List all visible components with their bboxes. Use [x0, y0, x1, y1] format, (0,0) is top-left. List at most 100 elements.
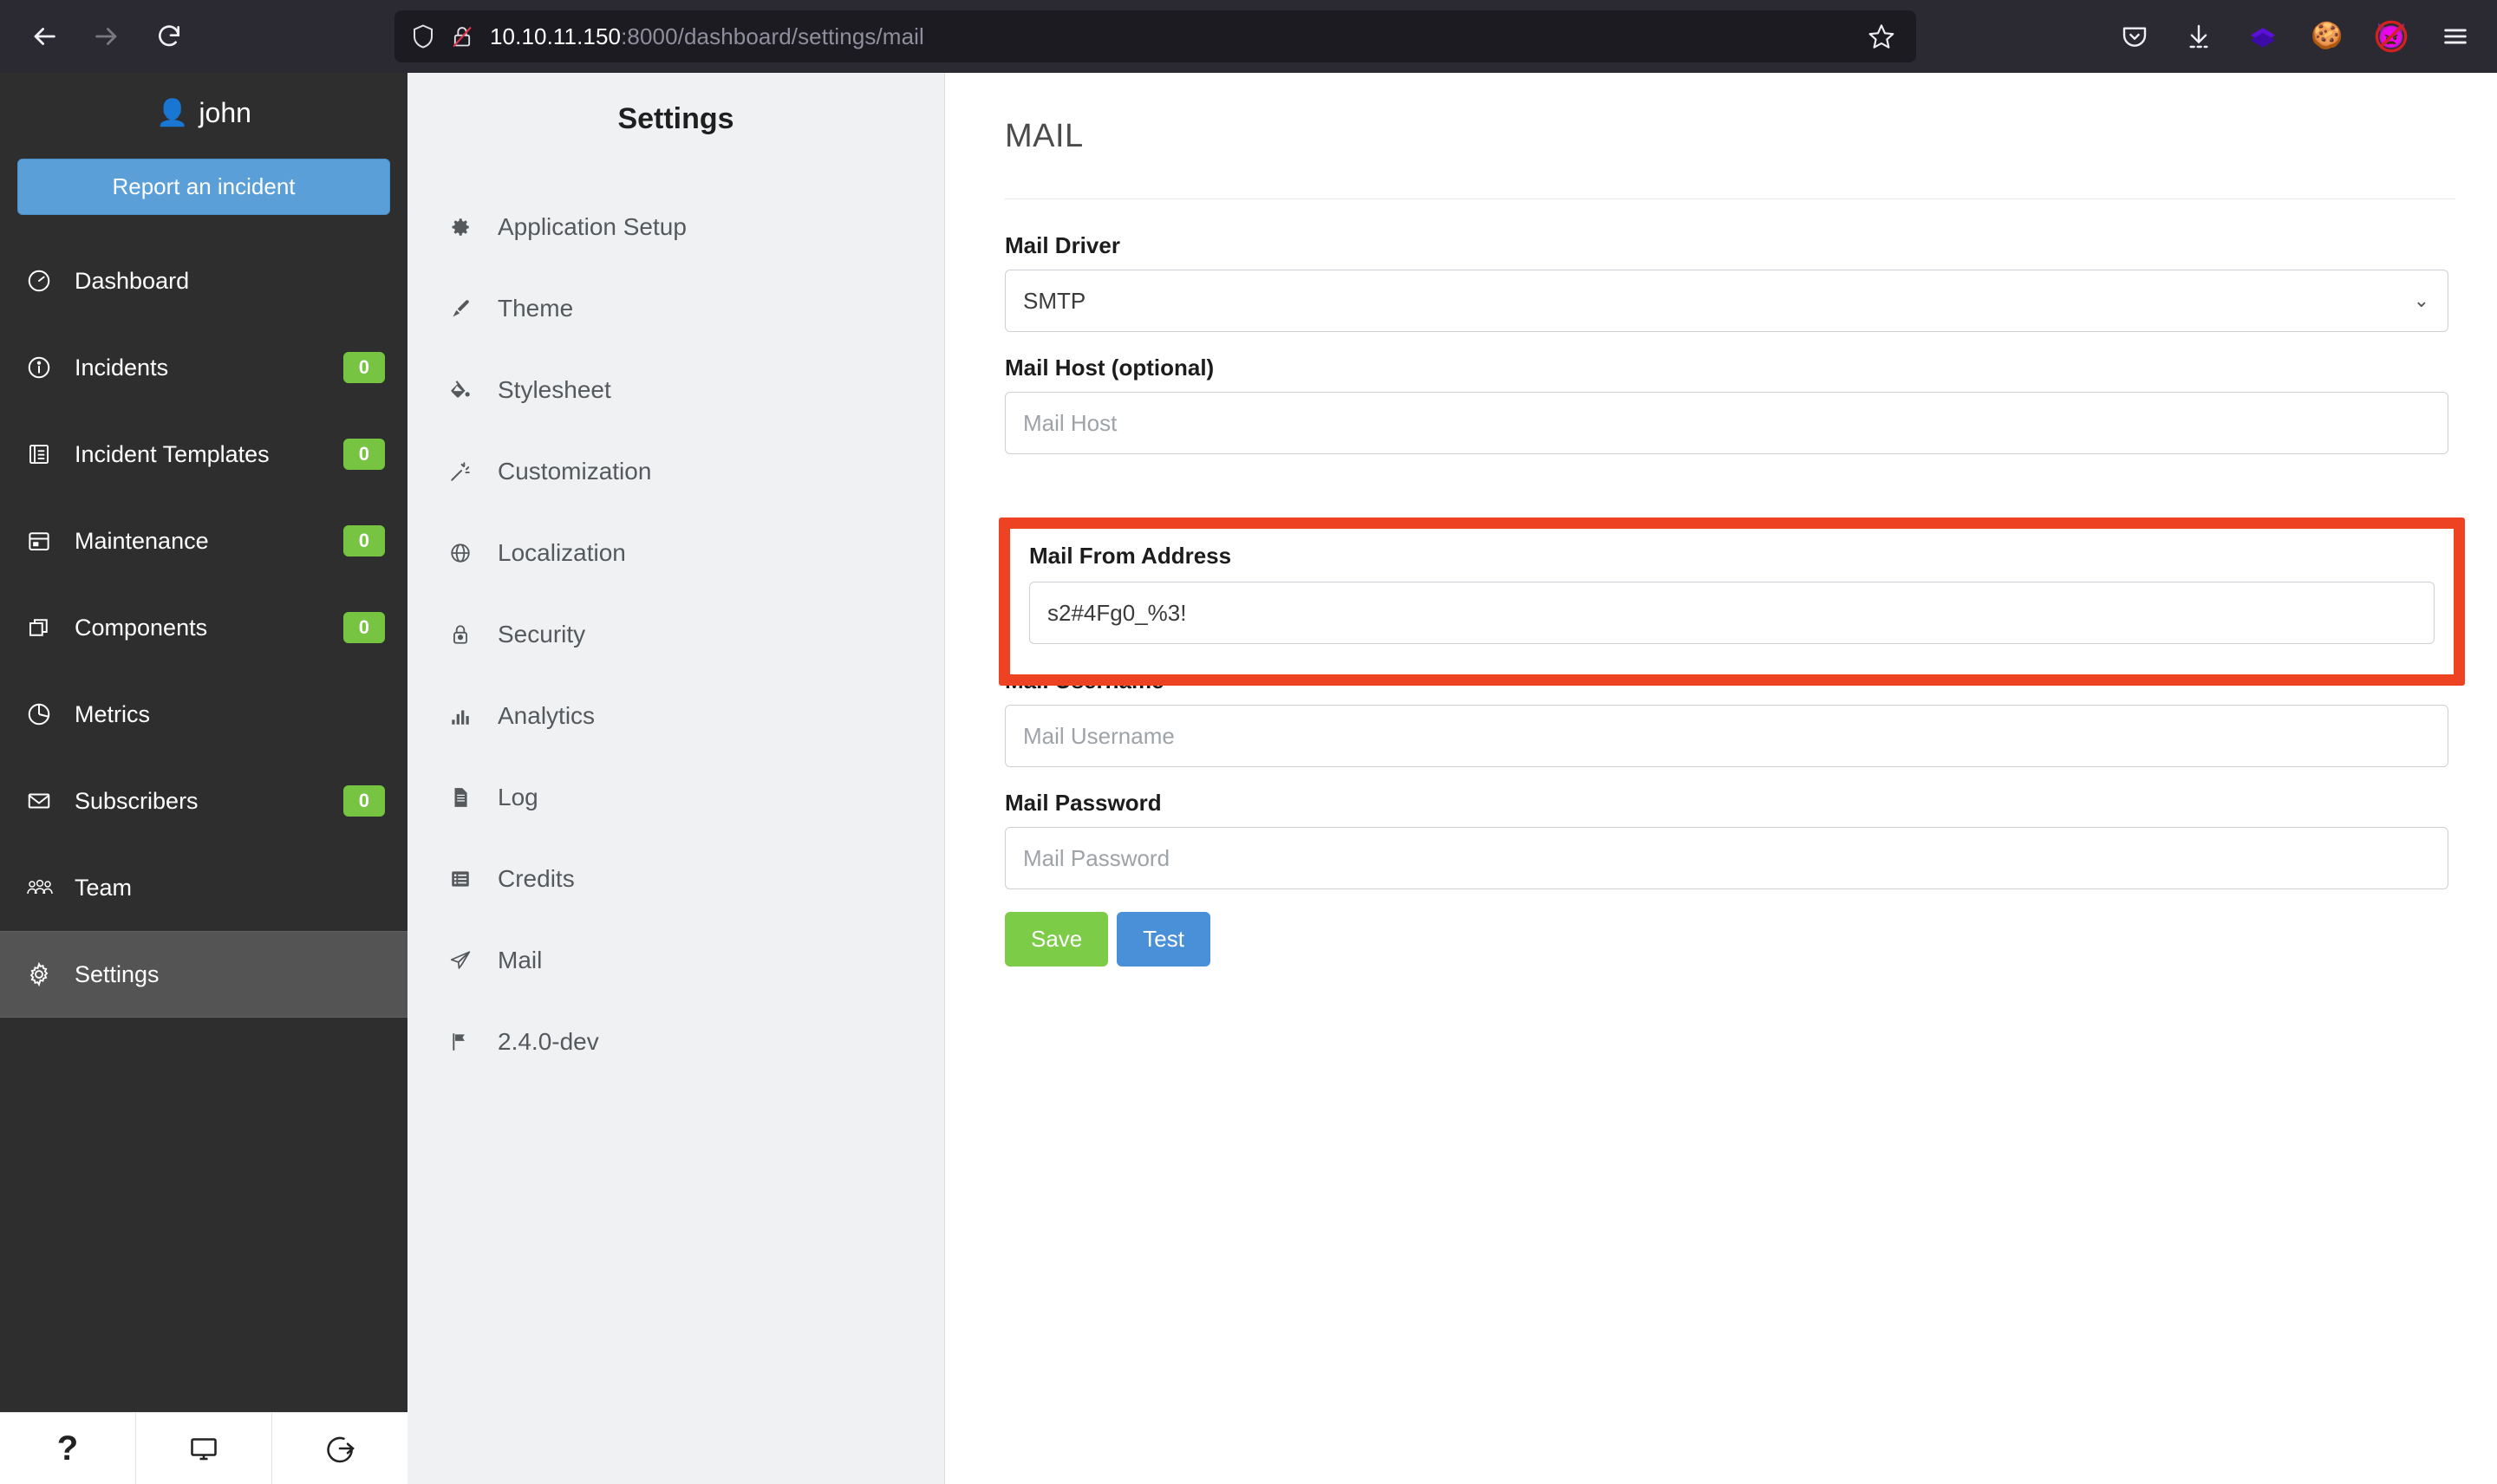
url-host: 10.10.11.150: [490, 23, 622, 49]
reload-button[interactable]: [144, 11, 194, 62]
dashboard-gauge-icon: [26, 268, 66, 294]
sidebar-item-components[interactable]: Components 0: [0, 584, 407, 671]
settings-item-stylesheet[interactable]: Stylesheet: [407, 349, 944, 431]
extension-diamond-icon[interactable]: [2244, 17, 2282, 55]
info-circle-icon: [26, 355, 66, 381]
report-incident-button[interactable]: Report an incident: [17, 159, 390, 215]
prohibition-overlay-icon: [2375, 20, 2408, 53]
sidebar-nav: Dashboard Incidents 0 Incident Templates…: [0, 238, 407, 1018]
person-icon: 👤: [156, 99, 189, 127]
arrow-left-icon: [34, 28, 55, 45]
settings-item-label: Credits: [498, 865, 575, 892]
forward-button[interactable]: [81, 11, 132, 62]
downloads-icon[interactable]: [2180, 17, 2218, 55]
settings-item-application-setup[interactable]: Application Setup: [407, 186, 944, 268]
status-badge: 0: [342, 439, 385, 470]
arrow-right-icon: [95, 28, 117, 45]
field-mail-host: Mail Host (optional): [1005, 355, 2448, 454]
paper-plane-icon: [449, 949, 484, 972]
bookmark-button[interactable]: [1862, 17, 1900, 55]
sidebar-item-team[interactable]: Team: [0, 844, 407, 931]
sidebar-item-label: Components: [75, 614, 208, 641]
document-icon: [449, 786, 484, 809]
list-icon: [449, 868, 484, 890]
magic-wand-icon: [449, 460, 484, 483]
settings-item-credits[interactable]: Credits: [407, 838, 944, 920]
sidebar-username: john: [199, 97, 251, 128]
mail-host-input[interactable]: [1005, 392, 2448, 454]
settings-item-label: Customization: [498, 458, 652, 485]
sidebar-user[interactable]: 👤 john: [0, 73, 407, 140]
settings-item-mail[interactable]: Mail: [407, 920, 944, 1001]
form-actions: Save Test: [1005, 912, 2448, 967]
sidebar-item-label: Team: [75, 874, 133, 901]
status-badge: 0: [342, 352, 385, 383]
settings-item-theme[interactable]: Theme: [407, 268, 944, 349]
back-button[interactable]: [19, 11, 69, 62]
logout-icon[interactable]: [272, 1413, 407, 1484]
layers-square-icon: [26, 615, 66, 641]
mail-password-input[interactable]: [1005, 827, 2448, 889]
monitor-screen-icon[interactable]: [136, 1413, 272, 1484]
settings-panel: Settings Application Setup Theme Stylesh…: [407, 73, 945, 1484]
sidebar-bottom-bar: ?: [0, 1412, 407, 1484]
settings-item-security[interactable]: Security: [407, 594, 944, 675]
settings-item-version[interactable]: 2.4.0-dev: [407, 1001, 944, 1083]
help-question-icon[interactable]: ?: [0, 1413, 136, 1484]
page-title: MAIL: [1005, 118, 1084, 154]
people-group-icon: [26, 875, 66, 900]
star-icon: [1868, 24, 1894, 49]
settings-item-log[interactable]: Log: [407, 757, 944, 838]
sidebar-item-label: Maintenance: [75, 527, 209, 554]
envelope-icon: [26, 788, 66, 814]
sidebar-item-metrics[interactable]: Metrics: [0, 671, 407, 758]
mail-from-address-highlight: Mail From Address: [999, 517, 2465, 686]
menu-hamburger-icon[interactable]: [2436, 17, 2474, 55]
pie-chart-icon: [26, 701, 66, 727]
app-sidebar: 👤 john Report an incident Dashboard Inci…: [0, 73, 407, 1412]
mail-from-address-input[interactable]: [1029, 582, 2435, 644]
settings-item-customization[interactable]: Customization: [407, 431, 944, 512]
paintbrush-icon: [449, 297, 484, 320]
cookie-icon[interactable]: 🍪: [2308, 17, 2346, 55]
sidebar-item-dashboard[interactable]: Dashboard: [0, 238, 407, 324]
mail-driver-select[interactable]: [1005, 270, 2448, 332]
pocket-icon[interactable]: [2116, 17, 2154, 55]
test-button[interactable]: Test: [1117, 912, 1210, 967]
lock-crossed-icon: [453, 26, 472, 48]
save-button[interactable]: Save: [1005, 912, 1109, 967]
status-badge: 0: [342, 785, 385, 817]
settings-item-label: Theme: [498, 295, 574, 322]
calendar-icon: [26, 528, 66, 554]
settings-item-analytics[interactable]: Analytics: [407, 675, 944, 757]
browser-toolbar: 10.10.11.150:8000/dashboard/settings/mai…: [0, 0, 2497, 73]
template-list-icon: [26, 441, 66, 467]
address-bar[interactable]: 10.10.11.150:8000/dashboard/settings/mai…: [394, 10, 1916, 62]
sidebar-item-label: Incident Templates: [75, 440, 270, 467]
settings-item-label: Stylesheet: [498, 376, 611, 403]
sidebar-item-label: Settings: [75, 960, 160, 987]
bar-chart-icon: [449, 705, 484, 727]
padlock-icon: [449, 623, 484, 646]
browser-toolbar-right: 🍪 👿: [2116, 0, 2474, 73]
settings-item-label: Mail: [498, 947, 543, 973]
mail-driver-label: Mail Driver: [1005, 232, 1120, 258]
field-mail-password: Mail Password: [1005, 790, 2448, 889]
flag-icon: [449, 1031, 484, 1053]
navigation-buttons: [0, 11, 194, 62]
sidebar-item-subscribers[interactable]: Subscribers 0: [0, 758, 407, 844]
field-mail-driver: Mail Driver ⌄: [1005, 232, 2448, 332]
shield-icon: [414, 24, 433, 49]
sidebar-item-label: Incidents: [75, 354, 169, 381]
settings-item-label: Localization: [498, 539, 626, 566]
block-devil-icon[interactable]: 👿: [2372, 17, 2410, 55]
settings-item-label: Application Setup: [498, 213, 687, 240]
sidebar-item-incident-templates[interactable]: Incident Templates 0: [0, 411, 407, 498]
status-badge: 0: [342, 612, 385, 643]
sidebar-item-incidents[interactable]: Incidents 0: [0, 324, 407, 411]
settings-item-localization[interactable]: Localization: [407, 512, 944, 594]
sidebar-item-maintenance[interactable]: Maintenance 0: [0, 498, 407, 584]
mail-username-input[interactable]: [1005, 705, 2448, 767]
sidebar-item-settings[interactable]: Settings: [0, 931, 407, 1018]
globe-icon: [449, 542, 484, 564]
